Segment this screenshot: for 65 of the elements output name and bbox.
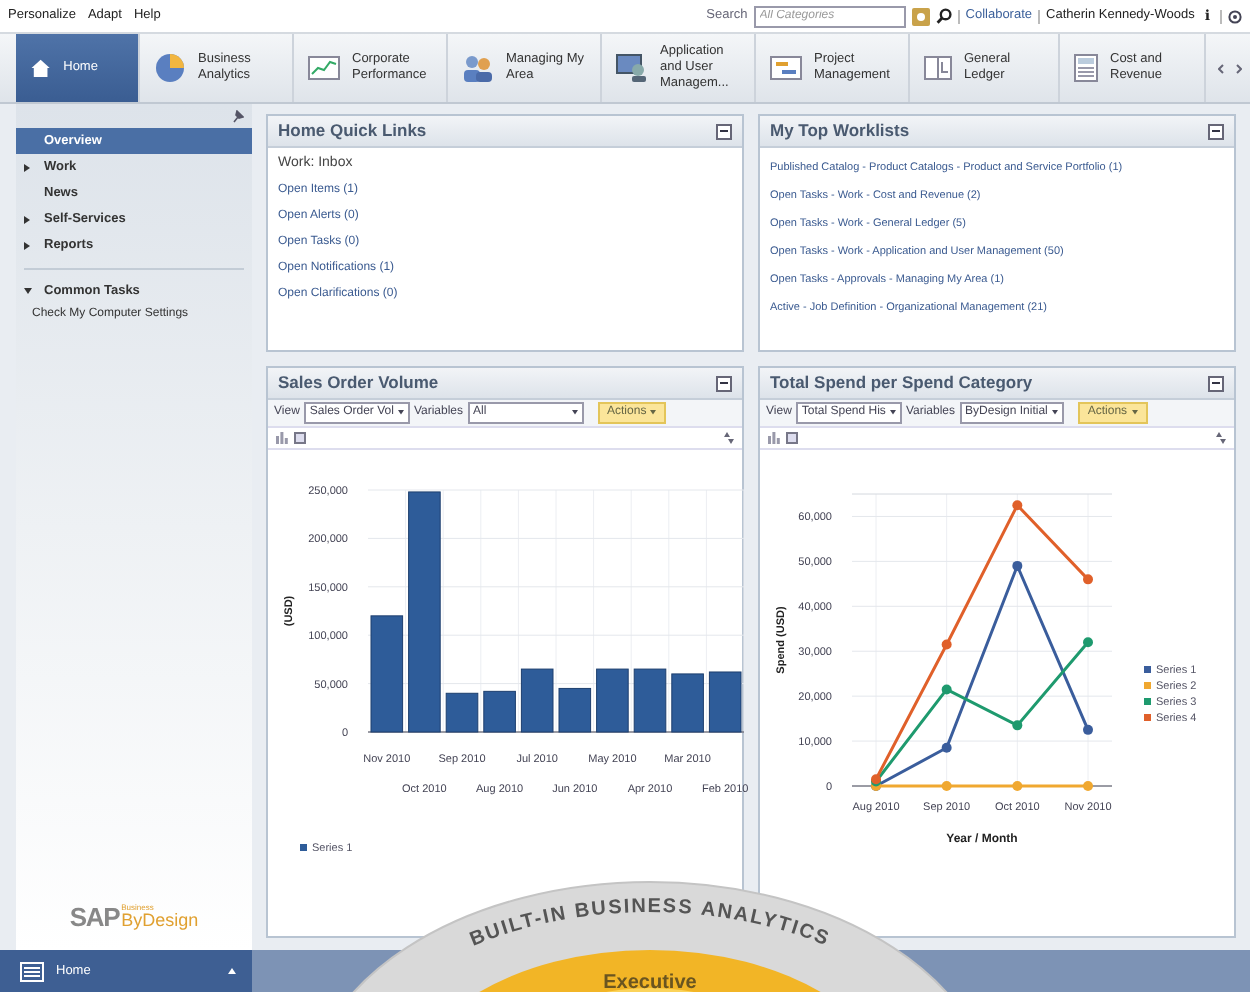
collapse-button[interactable] xyxy=(1208,375,1224,391)
point xyxy=(941,639,952,650)
minus-icon xyxy=(720,130,728,132)
minus-icon xyxy=(1212,130,1220,132)
expand-arrow-icon xyxy=(24,241,32,249)
dropdown-caret-icon xyxy=(889,410,896,416)
point xyxy=(1012,560,1023,571)
point xyxy=(1012,781,1023,791)
bar xyxy=(708,671,742,733)
list-icon xyxy=(20,961,44,981)
scroll-left-icon[interactable] xyxy=(1218,63,1224,73)
point xyxy=(1083,724,1093,735)
pin-icon[interactable] xyxy=(232,110,244,124)
point xyxy=(1012,500,1023,511)
bar-chart-icon[interactable] xyxy=(768,432,780,444)
collapse-button[interactable] xyxy=(1208,123,1224,139)
settings-icon[interactable] xyxy=(1228,9,1242,23)
expand-arrow-icon xyxy=(24,215,32,223)
up-caret-icon xyxy=(228,967,236,975)
dropdown-caret-icon xyxy=(397,410,404,416)
point xyxy=(941,742,952,753)
bar xyxy=(596,668,629,733)
user-monitor-icon xyxy=(616,54,648,82)
line-chart-icon xyxy=(308,56,340,80)
collapse-button[interactable] xyxy=(716,123,732,139)
bar xyxy=(520,668,554,733)
collapse-button[interactable] xyxy=(716,375,732,391)
panel-title: Home Quick Links xyxy=(278,118,427,144)
refresh-icon[interactable] xyxy=(1216,432,1226,444)
point xyxy=(941,781,952,791)
dropdown-caret-icon xyxy=(571,410,578,416)
bar xyxy=(558,687,592,733)
bar xyxy=(370,615,404,733)
pie-chart-icon xyxy=(154,52,186,84)
point xyxy=(1012,720,1023,731)
dropdown-caret-icon xyxy=(1051,410,1058,416)
bar xyxy=(671,673,704,733)
expand-arrow-icon xyxy=(24,163,32,171)
table-icon[interactable] xyxy=(294,432,306,444)
bar xyxy=(445,692,479,733)
collapse-arrow-icon xyxy=(24,288,32,296)
gantt-board-icon xyxy=(770,56,802,80)
panel-title: Total Spend per Spend Category xyxy=(770,370,1033,396)
search-icon[interactable] xyxy=(935,8,952,24)
people-icon xyxy=(462,54,494,82)
minus-icon xyxy=(1212,382,1220,384)
ledger-icon xyxy=(924,56,952,80)
caret-icon xyxy=(1131,410,1138,416)
bar xyxy=(483,690,516,733)
table-icon[interactable] xyxy=(786,432,798,444)
refresh-icon[interactable] xyxy=(724,432,734,444)
bar-chart-icon[interactable] xyxy=(276,432,288,444)
point xyxy=(1083,781,1093,791)
legend-swatch xyxy=(300,844,307,851)
minus-icon xyxy=(720,382,728,384)
point xyxy=(1083,574,1093,585)
point xyxy=(941,684,952,695)
caret-icon xyxy=(650,410,657,416)
point xyxy=(1083,637,1093,648)
bar xyxy=(633,668,667,733)
house-icon xyxy=(30,54,52,82)
panel-title: My Top Worklists xyxy=(770,118,910,144)
panel-title: Sales Order Volume xyxy=(278,370,439,396)
scroll-right-icon[interactable] xyxy=(1236,63,1242,73)
calculator-icon xyxy=(1074,54,1098,82)
